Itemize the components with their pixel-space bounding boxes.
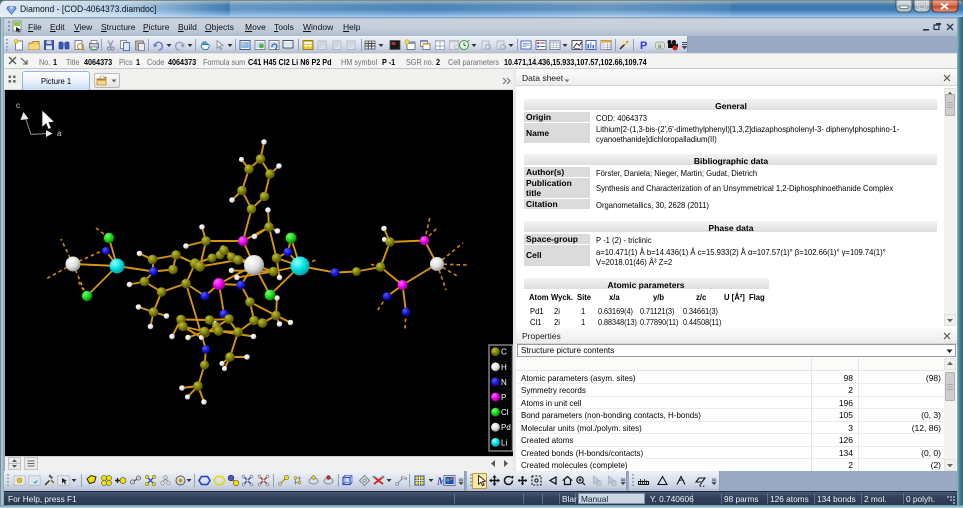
- svg-text:N: N: [501, 378, 507, 387]
- svg-text:C: C: [501, 348, 507, 357]
- svg-text:Pd: Pd: [501, 423, 511, 432]
- svg-text:c: c: [16, 101, 20, 110]
- svg-text:a: a: [657, 42, 661, 49]
- svg-text:Cl: Cl: [501, 408, 509, 417]
- svg-text:P: P: [640, 40, 647, 51]
- svg-text:P: P: [501, 393, 506, 402]
- svg-text:a: a: [57, 129, 62, 138]
- svg-text:Li: Li: [501, 438, 507, 447]
- svg-text:Fe: Fe: [401, 476, 407, 482]
- svg-text:H: H: [501, 363, 507, 372]
